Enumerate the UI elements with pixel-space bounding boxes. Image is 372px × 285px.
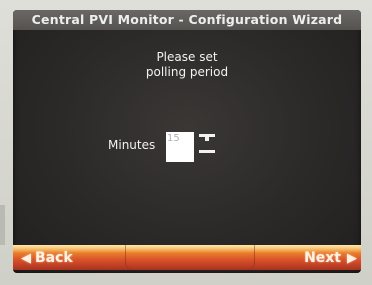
minutes-input[interactable]: 15	[166, 132, 194, 162]
navigation-bar-divider	[125, 245, 255, 270]
device-bezel: Central PVI Monitor - Configuration Wiza…	[0, 0, 372, 285]
prompt-line-2: polling period	[145, 65, 229, 79]
left-arrow-icon: ◀	[21, 251, 31, 266]
right-arrow-icon: ▶	[347, 251, 357, 266]
minutes-label: Minutes	[108, 138, 156, 152]
decrement-icon[interactable]	[199, 148, 215, 156]
increment-icon[interactable]	[199, 133, 215, 143]
bezel-edge	[0, 205, 5, 245]
next-button[interactable]: Next ▶	[259, 245, 357, 270]
touch-screen: Central PVI Monitor - Configuration Wiza…	[13, 10, 361, 273]
back-button[interactable]: ◀ Back	[21, 245, 125, 270]
prompt-line-1: Please set	[156, 50, 218, 64]
back-button-label: Back	[35, 250, 73, 266]
next-button-label: Next	[304, 250, 341, 266]
window-title: Central PVI Monitor - Configuration Wiza…	[13, 10, 361, 30]
